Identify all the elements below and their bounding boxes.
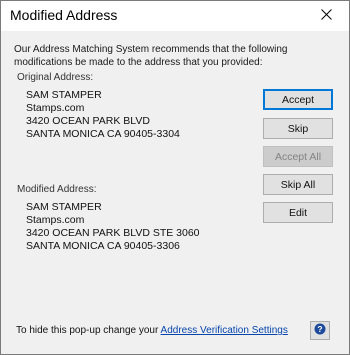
- help-button[interactable]: ?: [310, 321, 330, 340]
- modified-address-label: Modified Address:: [17, 184, 97, 195]
- original-address: SAM STAMPER Stamps.com 3420 OCEAN PARK B…: [26, 89, 180, 141]
- original-address-line: SAM STAMPER: [26, 89, 102, 101]
- title-bar: Modified Address: [1, 1, 349, 31]
- accept-all-button: Accept All: [263, 146, 333, 167]
- original-address-line: Stamps.com: [26, 102, 85, 114]
- accept-button[interactable]: Accept: [263, 89, 333, 110]
- close-button[interactable]: [303, 1, 349, 31]
- address-verification-settings-link[interactable]: Address Verification Settings: [161, 325, 288, 336]
- dialog-window: Modified Address Our Address Matching Sy…: [0, 0, 350, 355]
- dialog-content: Our Address Matching System recommends t…: [1, 31, 349, 354]
- modified-address-line: SANTA MONICA CA 90405-3306: [26, 240, 180, 252]
- skip-all-button[interactable]: Skip All: [263, 174, 333, 195]
- skip-button[interactable]: Skip: [263, 118, 333, 139]
- modified-address: SAM STAMPER Stamps.com 3420 OCEAN PARK B…: [26, 201, 200, 253]
- help-icon: ?: [314, 322, 326, 340]
- window-title: Modified Address: [10, 7, 118, 23]
- close-icon: [320, 7, 332, 25]
- original-address-line: 3420 OCEAN PARK BLVD: [26, 115, 150, 127]
- original-address-line: SANTA MONICA CA 90405-3304: [26, 128, 180, 140]
- footer-text: To hide this pop-up change your: [16, 325, 161, 336]
- edit-button[interactable]: Edit: [263, 202, 333, 223]
- modified-address-line: 3420 OCEAN PARK BLVD STE 3060: [26, 227, 200, 239]
- original-address-label: Original Address:: [17, 72, 94, 83]
- intro-text: Our Address Matching System recommends t…: [14, 44, 288, 68]
- footer-note: To hide this pop-up change your Address …: [16, 325, 288, 336]
- modified-address-line: Stamps.com: [26, 214, 85, 226]
- svg-text:?: ?: [317, 324, 322, 334]
- modified-address-line: SAM STAMPER: [26, 201, 102, 213]
